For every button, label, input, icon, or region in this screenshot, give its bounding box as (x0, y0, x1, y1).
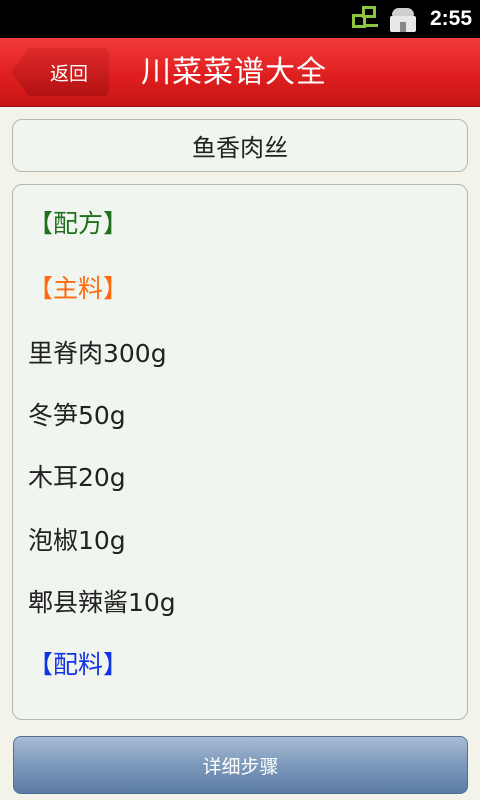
recipe-name-box: 鱼香肉丝 (12, 119, 468, 172)
section-extra-ingredients-heading: 【配料】 (28, 650, 129, 679)
app-title: 川菜菜谱大全 (141, 55, 327, 90)
network-sync-icon (350, 4, 380, 34)
detailed-steps-button[interactable]: 详细步骤 (13, 736, 468, 794)
detailed-steps-label: 详细步骤 (202, 755, 279, 778)
ingredient-line: 木耳20g (28, 463, 126, 492)
ingredient-line: 泡椒10g (28, 526, 126, 555)
recipe-name: 鱼香肉丝 (192, 134, 288, 162)
status-clock: 2:55 (429, 7, 472, 30)
ingredient-line: 郫县辣酱10g (28, 588, 176, 617)
back-button-label: 返回 (49, 62, 88, 85)
ingredient-line: 冬笋50g (28, 401, 126, 430)
android-market-icon (388, 4, 418, 34)
title-bar: 返回 川菜菜谱大全 (0, 38, 480, 107)
section-formula-heading: 【配方】 (28, 209, 129, 238)
section-main-ingredients-heading: 【主料】 (28, 274, 129, 303)
recipe-content-panel[interactable]: 【配方】 【主料】 里脊肉300g 冬笋50g 木耳20g 泡椒10g 郫县辣酱… (12, 184, 468, 720)
back-button[interactable]: 返回 (11, 48, 109, 96)
status-icons: 2:55 (350, 0, 480, 38)
ingredient-line: 里脊肉300g (28, 339, 167, 368)
status-bar: 2:55 (0, 0, 480, 38)
